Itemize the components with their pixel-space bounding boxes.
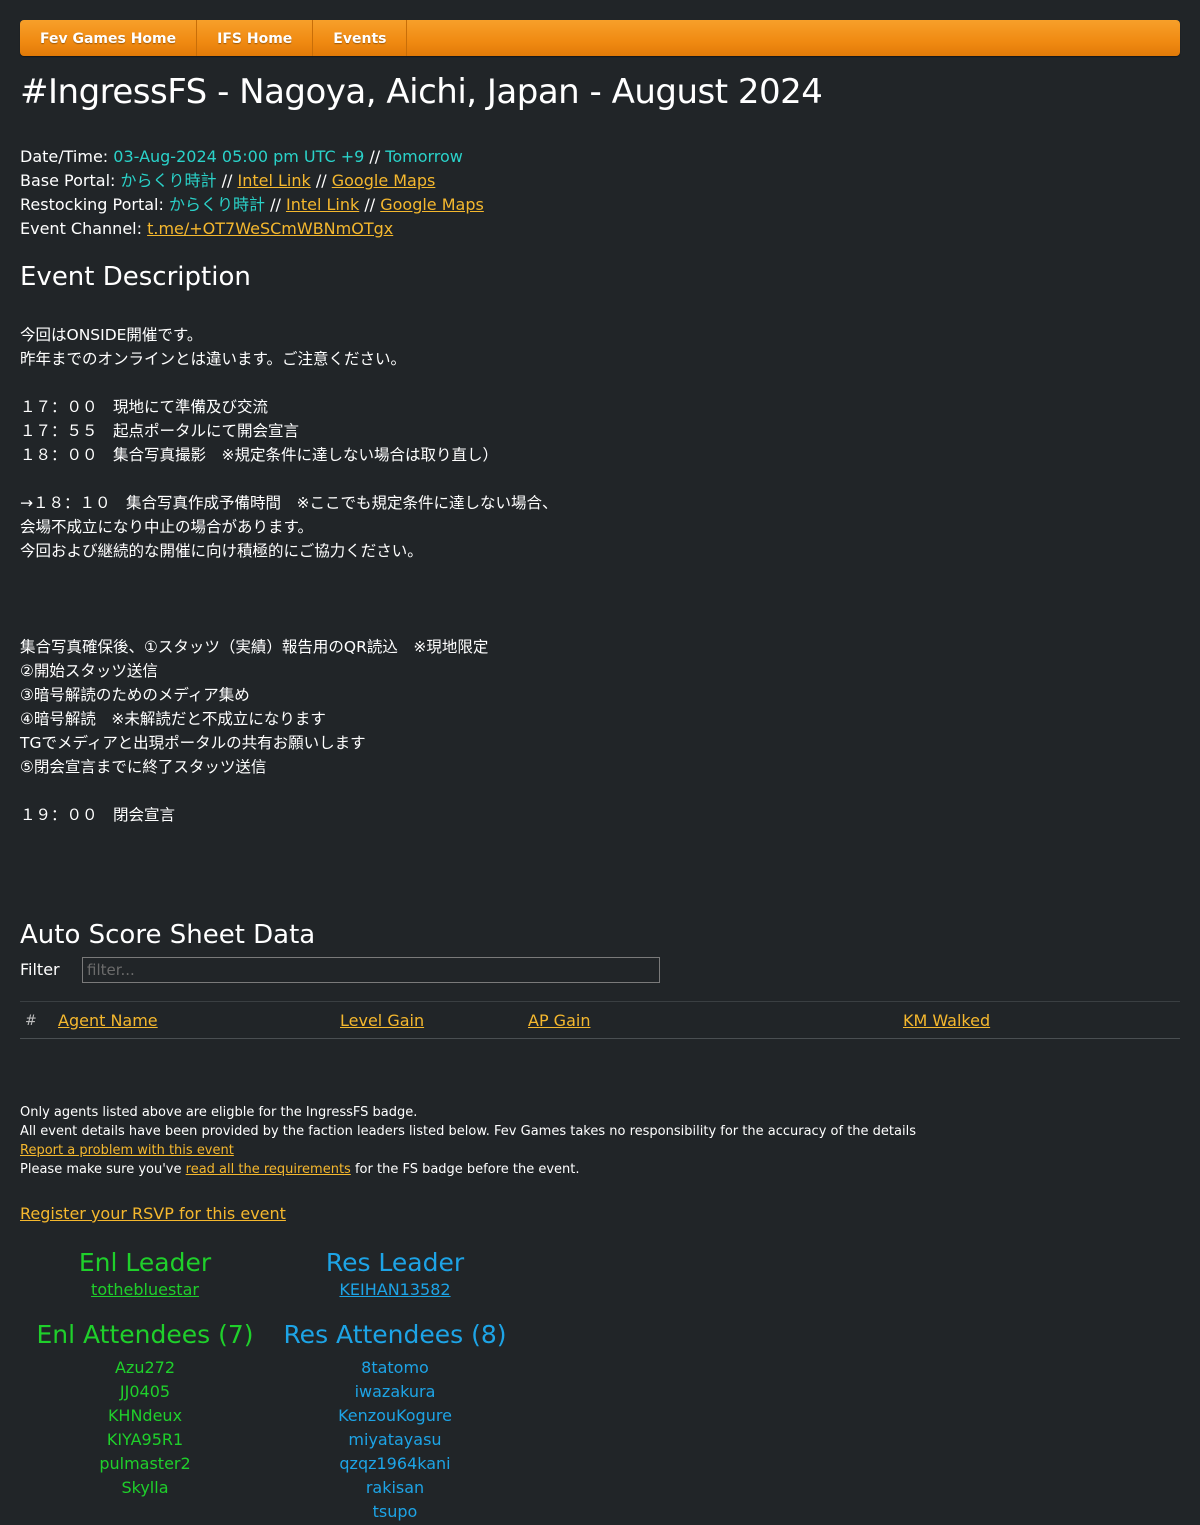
- column-km-walked[interactable]: KM Walked: [903, 1011, 990, 1030]
- enl-leader-section: Enl Leader tothebluestar: [20, 1248, 270, 1302]
- enl-attendee-list: Azu272 JJ0405 KHNdeux KIYA95R1 pulmaster…: [20, 1356, 270, 1500]
- res-attendee-list: 8tatomo iwazakura KenzouKogure miyatayas…: [270, 1356, 520, 1524]
- filter-input[interactable]: [82, 957, 660, 983]
- res-attendee: 8tatomo: [361, 1358, 429, 1377]
- datetime-value: 03-Aug-2024 05:00 pm UTC +9: [113, 147, 365, 166]
- separator: //: [315, 171, 327, 190]
- nav-ifs-home[interactable]: IFS Home: [197, 20, 314, 56]
- event-channel-label: Event Channel:: [20, 219, 142, 238]
- res-leader-section: Res Leader KEIHAN13582: [270, 1248, 520, 1302]
- enl-attendees-section: Enl Attendees (7) Azu272 JJ0405 KHNdeux …: [20, 1320, 270, 1500]
- restock-google-maps-link[interactable]: Google Maps: [380, 195, 484, 214]
- restock-intel-link[interactable]: Intel Link: [286, 195, 359, 214]
- filter-label: Filter: [20, 960, 60, 979]
- score-sheet-title: Auto Score Sheet Data: [20, 920, 316, 950]
- register-rsvp-link[interactable]: Register your RSVP for this event: [20, 1204, 286, 1223]
- event-channel-row: Event Channel: t.me/+OT7WeSCmWBNmOTgx: [20, 217, 484, 241]
- res-attendees-title: Res Attendees (8): [283, 1320, 507, 1349]
- score-table-header: # Agent Name Level Gain AP Gain KM Walke…: [20, 1001, 1180, 1039]
- base-intel-link[interactable]: Intel Link: [237, 171, 310, 190]
- disclaimer-note: All event details have been provided by …: [20, 1124, 916, 1139]
- column-level-gain[interactable]: Level Gain: [340, 1011, 424, 1030]
- page-title: #IngressFS - Nagoya, Aichi, Japan - Augu…: [20, 72, 823, 112]
- event-channel-link[interactable]: t.me/+OT7WeSCmWBNmOTgx: [147, 219, 393, 238]
- enl-attendee: KHNdeux: [107, 1406, 183, 1425]
- separator: //: [221, 171, 233, 190]
- res-attendee: qzqz1964kani: [339, 1454, 451, 1473]
- base-portal-name: からくり時計: [120, 171, 217, 190]
- enl-attendee: JJ0405: [119, 1382, 171, 1401]
- separator: //: [364, 195, 376, 214]
- restock-portal-label: Restocking Portal:: [20, 195, 164, 214]
- enl-leader-title: Enl Leader: [78, 1248, 212, 1277]
- eligibility-note: Only agents listed above are eligble for…: [20, 1105, 418, 1120]
- event-description-text: 今回はONSIDE開催です。 昨年までのオンラインとは違います。ご注意ください。…: [20, 326, 558, 824]
- res-attendee: rakisan: [365, 1478, 425, 1497]
- event-notes: Only agents listed above are eligble for…: [20, 1103, 916, 1179]
- separator: //: [270, 195, 281, 214]
- restock-portal-name: からくり時計: [168, 195, 265, 214]
- requirements-note: Please make sure you've read all the req…: [20, 1162, 580, 1177]
- separator: //: [369, 147, 381, 166]
- base-portal-row: Base Portal: からくり時計 // Intel Link // Goo…: [20, 169, 484, 193]
- column-number: #: [25, 1013, 37, 1029]
- requirements-link[interactable]: read all the requirements: [186, 1162, 351, 1177]
- nav-events[interactable]: Events: [313, 20, 408, 56]
- res-leader-title: Res Leader: [325, 1248, 465, 1277]
- res-attendee: miyatayasu: [348, 1430, 442, 1449]
- datetime-label: Date/Time:: [20, 147, 109, 166]
- column-ap-gain[interactable]: AP Gain: [528, 1011, 590, 1030]
- event-description-title: Event Description: [20, 262, 251, 292]
- enl-leader-link[interactable]: tothebluestar: [91, 1280, 199, 1299]
- nav-fev-games-home[interactable]: Fev Games Home: [20, 20, 198, 56]
- datetime-row: Date/Time: 03-Aug-2024 05:00 pm UTC +9 /…: [20, 145, 484, 169]
- enl-attendees-title: Enl Attendees (7): [36, 1320, 254, 1349]
- enl-attendee: Skylla: [121, 1478, 169, 1497]
- base-portal-label: Base Portal:: [20, 171, 116, 190]
- res-attendees-section: Res Attendees (8) 8tatomo iwazakura Kenz…: [270, 1320, 520, 1524]
- datetime-relative: Tomorrow: [385, 147, 463, 166]
- enl-attendee: Azu272: [114, 1358, 176, 1377]
- base-google-maps-link[interactable]: Google Maps: [332, 171, 436, 190]
- enl-attendee: KIYA95R1: [106, 1430, 184, 1449]
- res-attendee: tsupo: [372, 1502, 418, 1521]
- enl-attendee: pulmaster2: [99, 1454, 191, 1473]
- res-attendee: iwazakura: [354, 1382, 436, 1401]
- res-attendee: KenzouKogure: [338, 1406, 452, 1425]
- column-agent-name[interactable]: Agent Name: [58, 1011, 158, 1030]
- report-problem-link[interactable]: Report a problem with this event: [20, 1143, 234, 1158]
- event-info: Date/Time: 03-Aug-2024 05:00 pm UTC +9 /…: [20, 145, 484, 241]
- res-leader-link[interactable]: KEIHAN13582: [339, 1280, 450, 1299]
- top-nav: Fev Games Home IFS Home Events: [20, 20, 1180, 56]
- restock-portal-row: Restocking Portal: からくり時計 // Intel Link …: [20, 193, 484, 217]
